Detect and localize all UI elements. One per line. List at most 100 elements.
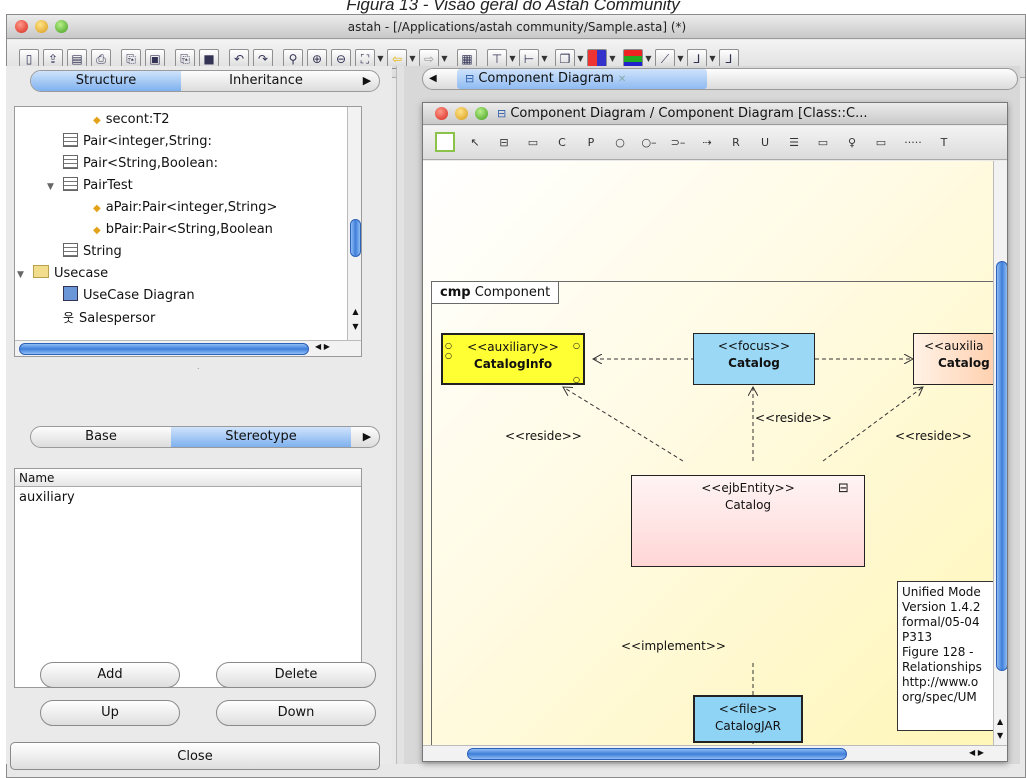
vertical-splitter[interactable] — [396, 66, 404, 764]
close-button[interactable]: Close — [10, 742, 380, 770]
diagram-canvas[interactable]: cmp Component <<auxiliary>> CatalogInfo … — [423, 161, 993, 745]
tree-item[interactable]: Pair<integer,String: — [15, 131, 345, 153]
tree-item[interactable]: ◆ bPair:Pair<String,Boolean — [15, 219, 345, 241]
catalog-info-name: CatalogInfo — [473, 357, 553, 371]
tree-scroll-up-icon[interactable]: ▲ — [350, 307, 361, 316]
tree-scroll-down-icon[interactable]: ▼ — [350, 322, 361, 331]
catalog-aux-name: Catalog — [938, 356, 990, 370]
diagram-tool-icon[interactable]: ⇢ — [695, 133, 719, 153]
tab-component-diagram[interactable]: ⊟ Component Diagram ✕ — [457, 69, 707, 89]
catalog-aux-stereotype: <<auxilia — [924, 339, 984, 353]
reside-right-label: <<reside>> — [895, 429, 972, 443]
tree-item-label: Pair<String,Boolean: — [83, 156, 219, 171]
catalog-info-node[interactable]: <<auxiliary>> CatalogInfo ○ ○ ○ ○ — [441, 333, 585, 385]
diagram-tool-icon[interactable]: C — [550, 133, 574, 153]
down-button[interactable]: Down — [216, 700, 376, 726]
diagram-tool-icon[interactable]: ○ — [608, 133, 632, 153]
tree-item[interactable]: ◆ secont:T2 — [15, 109, 345, 131]
diagram-tool-icon[interactable]: ○– — [637, 133, 661, 153]
catalog-jar-node[interactable]: <<file>> CatalogJAR — [693, 695, 803, 743]
structure-tab-bar: Structure Inheritance ▶ — [30, 70, 380, 92]
tree-horizontal-scrollbar[interactable]: ◀ ▶ — [15, 340, 361, 356]
tab-inheritance[interactable]: Inheritance — [181, 71, 351, 91]
diagram-tool-icon[interactable]: ▭ — [521, 133, 545, 153]
tab-stereotype[interactable]: Stereotype — [171, 427, 351, 447]
prop-tab-more-arrow-icon[interactable]: ▶ — [355, 427, 379, 447]
diagram-tools: ↖ ⊟ ▭ C P ○ ○– ⊃– ⇢ R U ☰ ▭ ♀ ▭ ····· T — [463, 126, 1007, 160]
class-icon — [63, 177, 78, 191]
diagram-tool-icon[interactable]: P — [579, 133, 603, 153]
folder-icon — [33, 265, 49, 278]
attribute-icon: ◆ — [93, 115, 101, 126]
catalog-aux-node[interactable]: <<auxilia Catalog — [913, 333, 993, 385]
tab-structure[interactable]: Structure — [31, 71, 181, 91]
diagram-vertical-scrollbar[interactable]: ▲ ▼ — [993, 161, 1007, 745]
select-tool-icon[interactable] — [435, 132, 455, 152]
diagram-horizontal-scrollbar[interactable]: ◀ ▶ — [423, 745, 1007, 761]
delete-button[interactable]: Delete — [216, 662, 376, 688]
tab-more-arrow-icon[interactable]: ▶ — [355, 71, 379, 91]
handle-icon[interactable]: ○ — [573, 337, 580, 354]
tree-hscroll-arrows-icon[interactable]: ◀ ▶ — [315, 342, 355, 351]
tree-scroll-thumb[interactable] — [350, 219, 361, 257]
diagram-tool-icon[interactable]: T — [932, 133, 956, 153]
up-button[interactable]: Up — [40, 700, 180, 726]
tree-expand-arrow-icon[interactable]: ▼ — [47, 176, 63, 198]
diagram-hscroll-arrows-icon[interactable]: ◀ ▶ — [969, 748, 1005, 757]
tab-close-icon[interactable]: ✕ — [618, 74, 626, 85]
left-panel: Structure Inheritance ▶ ◆ secont:T2 Pair<i… — [6, 66, 392, 764]
diagram-tool-icon[interactable]: ☰ — [782, 133, 806, 153]
actor-icon: 웃 — [63, 311, 75, 325]
tree-item[interactable]: UseCase Diagran — [15, 285, 345, 307]
catalog-focus-node[interactable]: <<focus>> Catalog — [693, 333, 815, 385]
diagram-minimize-button[interactable] — [455, 107, 468, 120]
diagram-tool-icon[interactable]: ↖ — [463, 133, 487, 153]
diagram-tool-icon[interactable]: ▭ — [869, 133, 893, 153]
handle-icon[interactable]: ○ — [445, 347, 452, 364]
tree-item-label: Pair<integer,String: — [83, 134, 212, 149]
diagram-window-title-bar: ⊟ Component Diagram / Component Diagram … — [423, 103, 1007, 125]
catalog-jar-name: CatalogJAR — [715, 719, 781, 733]
catalog-entity-name: Catalog — [724, 498, 772, 512]
class-icon — [63, 133, 78, 147]
diagram-scroll-up-icon[interactable]: ▲ — [997, 717, 1003, 726]
handle-icon[interactable]: ○ — [573, 371, 580, 388]
diagram-tool-icon[interactable]: ····· — [898, 133, 928, 153]
diagram-tab-left-arrow-icon[interactable]: ◀ — [429, 69, 447, 89]
tree-item[interactable]: String — [15, 241, 345, 263]
add-button[interactable]: Add — [40, 662, 180, 688]
diagram-close-button[interactable] — [435, 107, 448, 120]
diagram-vscroll-thumb[interactable] — [996, 261, 1007, 671]
diagram-scroll-down-icon[interactable]: ▼ — [997, 731, 1003, 740]
diagram-hscroll-thumb[interactable] — [467, 748, 847, 760]
diagram-tool-icon[interactable]: ▭ — [811, 133, 835, 153]
diagram-zoom-button[interactable] — [475, 107, 488, 120]
tree-item[interactable]: 웃 Salespersor — [15, 307, 345, 329]
diagram-tool-icon[interactable]: ⊟ — [492, 133, 516, 153]
list-item[interactable]: auxiliary — [15, 489, 361, 507]
tree-expand-arrow-icon[interactable]: ▼ — [17, 264, 33, 286]
diagram-tool-icon[interactable]: R — [724, 133, 748, 153]
usecase-diagram-icon — [63, 286, 78, 301]
window-title: astah - [/Applications/astah community/S… — [347, 20, 687, 34]
attribute-icon: ◆ — [93, 225, 101, 236]
diagram-tool-icon[interactable]: U — [753, 133, 777, 153]
tree-item[interactable]: ◆ aPair:Pair<integer,String> — [15, 197, 345, 219]
tree-item[interactable]: Pair<String,Boolean: — [15, 153, 345, 175]
tab-base[interactable]: Base — [31, 427, 171, 447]
note-line: formal/05-04 — [902, 615, 980, 629]
tree-item[interactable]: ▼ PairTest — [15, 175, 345, 197]
diagram-window-title: ⊟ Component Diagram / Component Diagram … — [497, 103, 997, 125]
reference-note[interactable]: Unified Mode Version 1.4.2 formal/05-04 P31… — [897, 581, 993, 731]
note-line: org/spec/UM — [902, 690, 977, 704]
catalog-jar-stereotype: <<file>> — [718, 702, 778, 716]
tree-rows: ◆ secont:T2 Pair<integer,String: Pair<Strin… — [15, 109, 345, 329]
splitter-handle-icon[interactable]: ˙ — [196, 368, 202, 378]
note-line: Version 1.4.2 — [902, 600, 981, 614]
diagram-tool-icon[interactable]: ♀ — [840, 133, 864, 153]
diagram-tool-icon[interactable]: ⊃– — [666, 133, 690, 153]
catalog-entity-node[interactable]: <<ejbEntity>> Catalog ⊟ — [631, 475, 865, 567]
tree-vertical-scrollbar[interactable]: ▲ ▼ — [347, 107, 361, 340]
tree-item[interactable]: ▼ Usecase — [15, 263, 345, 285]
tree-hscroll-thumb[interactable] — [19, 343, 309, 355]
